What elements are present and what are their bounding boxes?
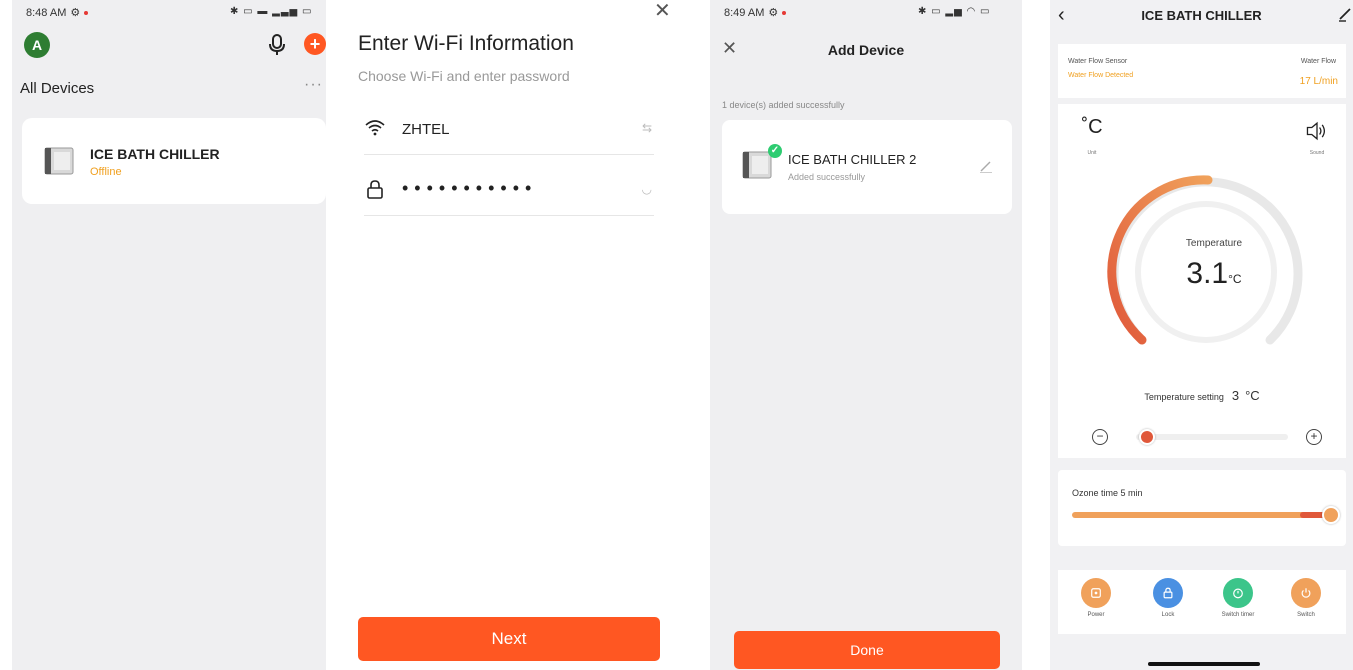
ozone-panel: Ozone time 5 min bbox=[1058, 470, 1346, 546]
timer-control[interactable]: Switch timer bbox=[1214, 578, 1262, 618]
temperature-unit: °C bbox=[1228, 272, 1242, 286]
decrease-button[interactable]: − bbox=[1092, 429, 1108, 445]
increase-button[interactable]: + bbox=[1306, 429, 1322, 445]
sensor-status: Water Flow Detected bbox=[1068, 72, 1134, 79]
lock-icon bbox=[367, 180, 383, 199]
wifi-ssid-field[interactable]: ZHTEL ⇆ bbox=[364, 103, 654, 155]
status-bar: 8:48 AM ⚙ bbox=[26, 6, 89, 19]
water-flow-panel: Water Flow Sensor Water Flow Detected Wa… bbox=[1058, 44, 1346, 98]
setting-label: Temperature setting bbox=[1144, 392, 1224, 402]
flow-label: Water Flow bbox=[1300, 58, 1336, 65]
device-status: Added successfully bbox=[788, 172, 866, 182]
timer-label: Switch timer bbox=[1221, 612, 1255, 618]
gear-status-icon: ⚙ bbox=[768, 7, 779, 19]
more-icon[interactable]: ··· bbox=[304, 76, 323, 94]
control-buttons: Power Lock Switch timer Switch bbox=[1058, 570, 1346, 634]
device-name: ICE BATH CHILLER 2 bbox=[788, 152, 917, 167]
sensor-label: Water Flow Sensor bbox=[1068, 58, 1128, 65]
sound-label: Sound bbox=[1309, 150, 1325, 156]
temperature-value-wrap: 3.1°C bbox=[1150, 257, 1278, 291]
temperature-value: 3.1 bbox=[1186, 257, 1229, 290]
wifi-icon bbox=[365, 120, 385, 136]
timer-icon bbox=[1223, 578, 1253, 608]
switch-power-icon bbox=[1291, 578, 1321, 608]
status-icons: ✱ ▭ ▂▅ ◠ ▭ bbox=[918, 6, 991, 17]
add-device-screen: 8:49 AM ⚙ ✱ ▭ ▂▅ ◠ ▭ ✕ Add Device 1 devi… bbox=[710, 0, 1022, 670]
temperature-setting: Temperature setting 3 °C bbox=[1058, 388, 1346, 403]
page-subtitle: Choose Wi-Fi and enter password bbox=[358, 68, 570, 84]
lock-icon bbox=[1153, 578, 1183, 608]
status-time: 8:48 AM bbox=[26, 6, 67, 19]
added-count-text: 1 device(s) added successfully bbox=[722, 100, 845, 110]
ozone-label: Ozone time 5 min bbox=[1072, 488, 1143, 498]
ssid-value: ZHTEL bbox=[402, 121, 450, 138]
done-button[interactable]: Done bbox=[734, 631, 1000, 669]
devices-screen: 8:48 AM ⚙ ✱ ▭ ▬ ▂▃▅ ▭ A + All Devices ··… bbox=[12, 0, 326, 670]
unit-toggle[interactable]: ˚C Unit bbox=[1072, 114, 1112, 160]
home-indicator bbox=[1148, 662, 1260, 666]
lock-control[interactable]: Lock bbox=[1144, 578, 1192, 618]
wifi-screen: ✕ Enter Wi-Fi Information Choose Wi-Fi a… bbox=[330, 0, 696, 670]
chiller-device-icon bbox=[44, 147, 74, 175]
status-icons: ✱ ▭ ▬ ▂▃▅ ▭ bbox=[230, 6, 313, 17]
setting-unit: °C bbox=[1245, 388, 1260, 403]
ozone-slider-track[interactable] bbox=[1072, 512, 1330, 518]
edit-icon[interactable] bbox=[978, 158, 994, 174]
added-device-card[interactable]: ✓ ICE BATH CHILLER 2 Added successfully bbox=[722, 120, 1012, 214]
next-button[interactable]: Next bbox=[358, 617, 660, 661]
switch-label: Switch bbox=[1297, 612, 1315, 618]
power-label: Power bbox=[1087, 612, 1105, 618]
gear-status-icon: ⚙ bbox=[70, 7, 81, 19]
unit-label: Unit bbox=[1087, 150, 1097, 156]
password-value: ••••••••••• bbox=[402, 178, 538, 198]
power-icon bbox=[1081, 578, 1111, 608]
status-time: 8:49 AM bbox=[724, 6, 765, 19]
sound-toggle[interactable]: Sound bbox=[1302, 114, 1332, 160]
speaker-icon bbox=[1306, 121, 1326, 141]
device-card[interactable]: ICE BATH CHILLER Offline bbox=[22, 118, 326, 204]
temperature-readout: Temperature 3.1°C bbox=[1150, 238, 1278, 318]
switch-network-icon[interactable]: ⇆ bbox=[642, 121, 652, 135]
temperature-slider-knob[interactable] bbox=[1139, 429, 1156, 445]
avatar[interactable]: A bbox=[24, 32, 50, 58]
eye-icon[interactable]: ◡ bbox=[642, 182, 652, 196]
ozone-slider-knob[interactable] bbox=[1322, 506, 1340, 524]
edit-icon[interactable] bbox=[1337, 6, 1353, 22]
temperature-slider-track[interactable] bbox=[1136, 434, 1288, 440]
switch-control[interactable]: Switch bbox=[1282, 578, 1330, 618]
power-control[interactable]: Power bbox=[1072, 578, 1120, 618]
lock-label: Lock bbox=[1161, 612, 1175, 618]
close-icon[interactable]: ✕ bbox=[654, 0, 671, 23]
notification-dot bbox=[782, 10, 787, 15]
device-status: Offline bbox=[90, 166, 122, 178]
add-device-button[interactable]: + bbox=[304, 33, 326, 55]
wifi-password-field[interactable]: ••••••••••• ◡ bbox=[364, 164, 654, 216]
celsius-icon: ˚C bbox=[1081, 116, 1103, 138]
page-title: Add Device bbox=[827, 42, 905, 58]
flow-value: 17 L/min bbox=[1299, 76, 1338, 87]
device-control-screen: ‹ ICE BATH CHILLER Water Flow Sensor Wat… bbox=[1050, 0, 1353, 670]
page-title: ICE BATH CHILLER bbox=[1141, 8, 1262, 23]
temperature-panel: ˚C Unit Sound Temperature 3.1°C Temperat… bbox=[1058, 104, 1346, 458]
temperature-label: Temperature bbox=[1185, 238, 1243, 249]
check-icon: ✓ bbox=[768, 144, 782, 158]
setting-value: 3 bbox=[1231, 388, 1240, 403]
section-title: All Devices bbox=[20, 80, 95, 97]
page-title: Enter Wi-Fi Information bbox=[358, 32, 574, 55]
microphone-icon[interactable] bbox=[268, 34, 286, 56]
status-bar: 8:49 AM ⚙ bbox=[724, 6, 787, 19]
notification-dot bbox=[84, 10, 89, 15]
device-name: ICE BATH CHILLER bbox=[90, 146, 220, 162]
